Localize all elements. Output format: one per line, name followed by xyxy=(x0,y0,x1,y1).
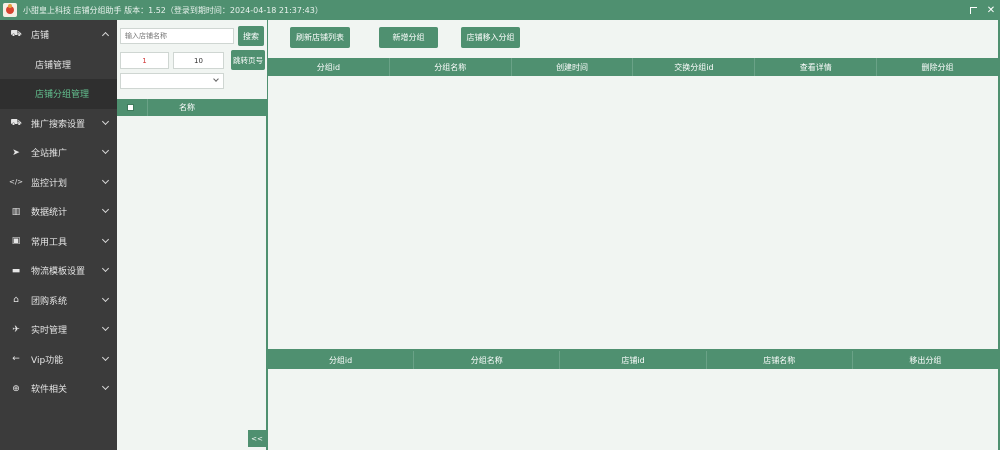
chevron-down-icon xyxy=(101,235,110,243)
page-to-input[interactable]: 10 xyxy=(173,52,224,69)
shop-list-body[interactable] xyxy=(117,116,267,450)
sidebar: ⛟ 店铺店铺管理店铺分组管理 ⛟ 推广搜索设置 ➤ 全站推广 </> 监控计划 ▥ 数据统计 ▣ 常用… xyxy=(0,20,117,450)
page-from-input[interactable]: 1 xyxy=(120,52,169,69)
sidebar-item-6[interactable]: ▥ 数据统计 xyxy=(0,197,117,227)
move-shops-to-group-button[interactable]: 店铺移入分组 xyxy=(461,27,520,48)
sidebar-item-3[interactable]: ⛟ 推广搜索设置 xyxy=(0,109,117,139)
chevron-down-icon xyxy=(101,353,110,361)
group-table-column-header[interactable]: 创建时间 xyxy=(512,58,634,76)
contact-icon: ▣ xyxy=(11,236,21,247)
chevron-down-icon xyxy=(213,76,219,82)
sidebar-item-label: 推广搜索设置 xyxy=(31,119,86,130)
shop-table-column-header[interactable]: 分组id xyxy=(268,351,415,369)
collapse-panel-button[interactable]: << xyxy=(248,430,266,447)
sidebar-item-label: 店铺管理 xyxy=(35,60,72,71)
restore-icon xyxy=(969,6,977,14)
shop-list-panel: 搜索 1 10 跳转页号 名称 << xyxy=(117,20,267,450)
sidebar-item-8[interactable]: ▬ 物流模板设置 xyxy=(0,256,117,286)
chevron-down-icon xyxy=(101,294,110,302)
plane-icon: ✈ xyxy=(12,324,20,335)
sidebar-item-1[interactable]: 店铺管理 xyxy=(0,50,117,80)
close-button[interactable]: ✕ xyxy=(982,1,1000,19)
sidebar-item-12[interactable]: ⊕ 软件相关 xyxy=(0,374,117,404)
sidebar-item-label: 软件相关 xyxy=(31,385,68,396)
shop-table-column-header[interactable]: 分组名称 xyxy=(414,351,561,369)
sidebar-item-label: 物流模板设置 xyxy=(31,267,86,278)
shop-table-header: 分组id 分组名称 店铺id 店铺名称 移出分组 xyxy=(268,351,998,369)
sidebar-item-label: 店铺 xyxy=(31,31,50,42)
close-icon: ✕ xyxy=(986,4,996,16)
sidebar-item-10[interactable]: ✈ 实时管理 xyxy=(0,315,117,345)
shop-table-column-header[interactable]: 店铺id xyxy=(560,351,707,369)
sidebar-item-7[interactable]: ▣ 常用工具 xyxy=(0,227,117,257)
sidebar-item-label: 常用工具 xyxy=(31,237,68,248)
car-icon: ⛟ xyxy=(10,29,22,40)
group-table-column-header[interactable]: 查看详情 xyxy=(755,58,878,76)
group-table-body[interactable] xyxy=(268,76,998,349)
code-icon: </> xyxy=(8,178,24,187)
sidebar-item-label: Vip功能 xyxy=(31,355,64,366)
chevron-down-icon xyxy=(101,323,110,332)
car-icon: ⛟ xyxy=(10,117,22,128)
shop-table-column-header[interactable]: 店铺名称 xyxy=(707,351,853,369)
shop-table-column-header[interactable]: 移出分组 xyxy=(853,351,998,369)
bank-icon: ⌂ xyxy=(13,295,19,306)
chevron-down-icon xyxy=(101,264,110,273)
chevron-down-icon xyxy=(101,205,110,214)
sidebar-item-2[interactable]: 店铺分组管理 xyxy=(0,79,117,109)
shop-search-input[interactable] xyxy=(120,28,234,44)
chevron-down-icon xyxy=(101,176,110,184)
group-table-column-header[interactable]: 交换分组id xyxy=(633,58,756,76)
window-controls: ✕ xyxy=(964,0,1000,20)
sidebar-item-5[interactable]: </> 监控计划 xyxy=(0,168,117,198)
group-table-header: 分组id 分组名称 创建时间 交换分组id 查看详情 删除分组 xyxy=(268,58,998,76)
group-table-column-header[interactable]: 分组名称 xyxy=(390,58,512,76)
sidebar-item-label: 团购系统 xyxy=(31,296,68,307)
briefcase-icon: ▬ xyxy=(11,265,21,276)
sidebar-item-label: 全站推广 xyxy=(31,149,68,160)
jump-page-button[interactable]: 跳转页号 xyxy=(231,50,265,70)
send-icon: ➤ xyxy=(12,147,20,158)
bar-chart-icon: ▥ xyxy=(11,206,21,217)
chevron-down-icon xyxy=(101,117,110,125)
sidebar-item-label: 监控计划 xyxy=(31,178,68,189)
sidebar-item-label: 店铺分组管理 xyxy=(35,90,90,101)
app-logo-icon xyxy=(3,3,17,17)
sidebar-item-4[interactable]: ➤ 全站推广 xyxy=(0,138,117,168)
refresh-shop-list-button[interactable]: 刷新店铺列表 xyxy=(290,27,350,48)
shop-table-body[interactable] xyxy=(268,369,998,450)
group-table-column-header[interactable]: 分组id xyxy=(268,58,390,76)
select-all-checkbox[interactable] xyxy=(127,104,134,111)
group-management-area: 刷新店铺列表 新增分组 店铺移入分组 分组id 分组名称 创建时间 交换分组id 查看详… xyxy=(268,20,998,450)
title-bar: 小甜皇上科技 店铺分组助手 版本：1.52（登录到期时间：2024-04-18 … xyxy=(0,0,1000,20)
name-column-header: 名称 xyxy=(179,103,195,112)
chevron-down-icon xyxy=(101,146,110,155)
group-select[interactable] xyxy=(120,73,224,89)
arrow-left-icon: ← xyxy=(12,354,20,365)
add-group-button[interactable]: 新增分组 xyxy=(379,27,438,48)
chevron-down-icon xyxy=(101,382,110,391)
search-button[interactable]: 搜索 xyxy=(238,26,264,46)
group-table-column-header[interactable]: 删除分组 xyxy=(877,58,998,76)
download-circle-icon: ⊕ xyxy=(12,383,20,394)
sidebar-item-label: 实时管理 xyxy=(31,326,68,337)
restore-button[interactable] xyxy=(964,1,982,19)
chevron-up-icon xyxy=(101,31,110,40)
sidebar-item-0[interactable]: ⛟ 店铺 xyxy=(0,20,117,50)
sidebar-item-11[interactable]: ← Vip功能 xyxy=(0,345,117,375)
window-title: 小甜皇上科技 店铺分组助手 版本：1.52（登录到期时间：2024-04-18 … xyxy=(23,5,323,15)
sidebar-item-label: 数据统计 xyxy=(31,208,68,219)
sidebar-item-9[interactable]: ⌂ 团购系统 xyxy=(0,286,117,316)
column-divider xyxy=(147,99,148,116)
shop-list-header: 名称 xyxy=(117,99,267,116)
